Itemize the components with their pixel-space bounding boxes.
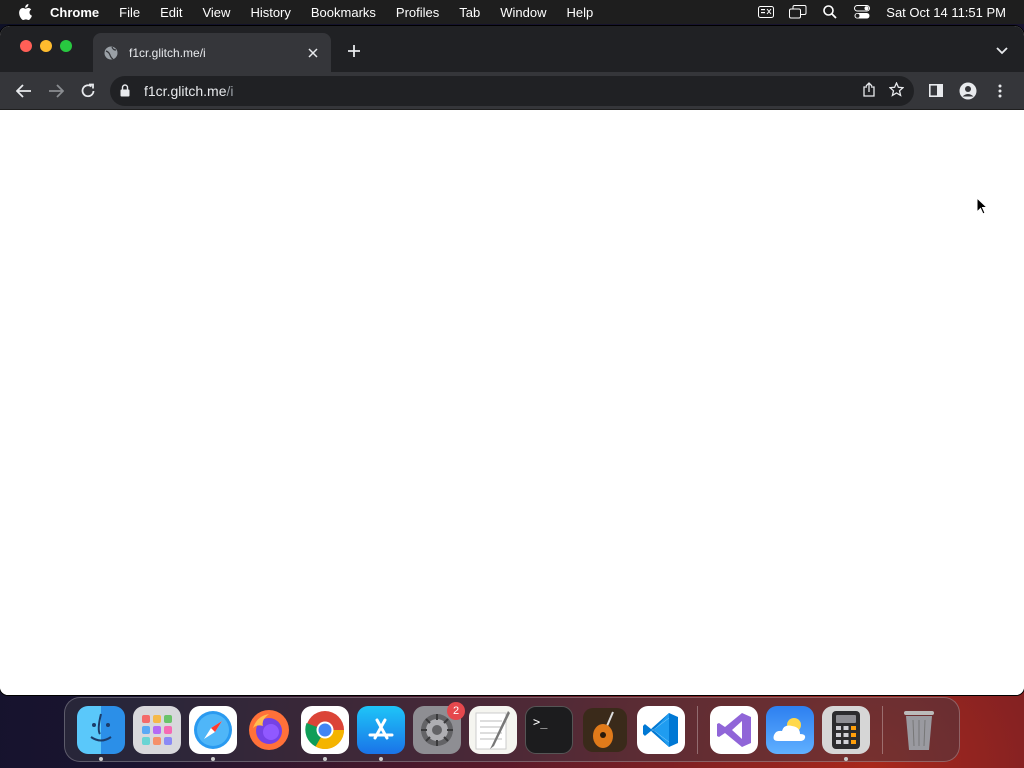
dock: 2 >_ (64, 697, 960, 762)
mouse-pointer-icon (976, 196, 989, 220)
maximize-window-button[interactable] (60, 40, 72, 52)
dock-separator (882, 705, 883, 754)
minimize-window-button[interactable] (40, 40, 52, 52)
firefox-icon[interactable] (245, 706, 293, 754)
profile-avatar-icon[interactable] (952, 75, 984, 107)
apple-menu-icon[interactable] (10, 4, 40, 20)
visual-studio-icon[interactable] (710, 705, 758, 754)
menu-file[interactable]: File (109, 5, 150, 20)
menu-bar: Chrome File Edit View History Bookmarks … (0, 0, 1024, 24)
menu-bookmarks[interactable]: Bookmarks (301, 5, 386, 20)
globe-icon (103, 45, 119, 61)
new-tab-button[interactable] (343, 40, 365, 62)
back-button[interactable] (8, 75, 40, 107)
system-settings-icon[interactable]: 2 (413, 701, 465, 754)
menu-edit[interactable]: Edit (150, 5, 192, 20)
lock-icon[interactable] (120, 84, 136, 97)
notification-badge: 2 (447, 701, 465, 720)
menu-history[interactable]: History (240, 5, 300, 20)
spotlight-search-icon[interactable] (814, 0, 846, 24)
app-store-icon[interactable] (357, 705, 405, 761)
bookmark-star-icon[interactable] (888, 80, 905, 100)
close-window-button[interactable] (20, 40, 32, 52)
menu-window[interactable]: Window (490, 5, 556, 20)
address-bar[interactable]: f1cr.glitch.me/i (110, 75, 914, 106)
keyboard-input-icon[interactable] (750, 0, 782, 24)
svg-text:>_: >_ (533, 715, 548, 729)
tab-strip: f1cr.glitch.me/i (0, 26, 1024, 72)
menu-help[interactable]: Help (557, 5, 604, 20)
finder-icon[interactable] (77, 705, 125, 761)
launchpad-icon[interactable] (133, 705, 181, 754)
menu-view[interactable]: View (192, 5, 240, 20)
menu-clock[interactable]: Sat Oct 14 11:51 PM (878, 5, 1014, 20)
browser-window: f1cr.glitch.me/i f1cr.glitch.me/i (0, 26, 1024, 695)
reload-button[interactable] (72, 75, 104, 107)
weather-icon[interactable] (766, 705, 814, 754)
vscode-icon[interactable] (637, 705, 685, 754)
side-panel-icon[interactable] (920, 75, 952, 107)
close-tab-icon[interactable] (305, 45, 321, 61)
calculator-icon[interactable] (822, 705, 870, 761)
terminal-icon[interactable]: >_ (525, 705, 573, 754)
tab-title: f1cr.glitch.me/i (129, 45, 206, 60)
textedit-icon[interactable] (469, 705, 517, 754)
menu-tab[interactable]: Tab (449, 5, 490, 20)
control-center-icon[interactable] (846, 0, 878, 24)
url-host: f1cr.glitch.me (144, 82, 227, 99)
menu-app-name[interactable]: Chrome (40, 5, 109, 20)
window-controls (20, 40, 72, 52)
tab-search-chevron-icon[interactable] (992, 41, 1012, 61)
chrome-icon[interactable] (301, 705, 349, 761)
screen-mirroring-icon[interactable] (782, 0, 814, 24)
menu-profiles[interactable]: Profiles (386, 5, 449, 20)
browser-toolbar: f1cr.glitch.me/i (0, 72, 1024, 110)
safari-icon[interactable] (189, 705, 237, 761)
trash-icon[interactable] (895, 706, 943, 754)
browser-tab[interactable]: f1cr.glitch.me/i (93, 33, 331, 72)
url-path: /i (226, 82, 234, 99)
garageband-icon[interactable] (581, 706, 629, 754)
page-content[interactable] (0, 110, 1024, 695)
share-icon[interactable] (863, 81, 875, 100)
forward-button[interactable] (40, 75, 72, 107)
more-menu-icon[interactable] (984, 75, 1016, 107)
dock-separator (697, 705, 698, 754)
